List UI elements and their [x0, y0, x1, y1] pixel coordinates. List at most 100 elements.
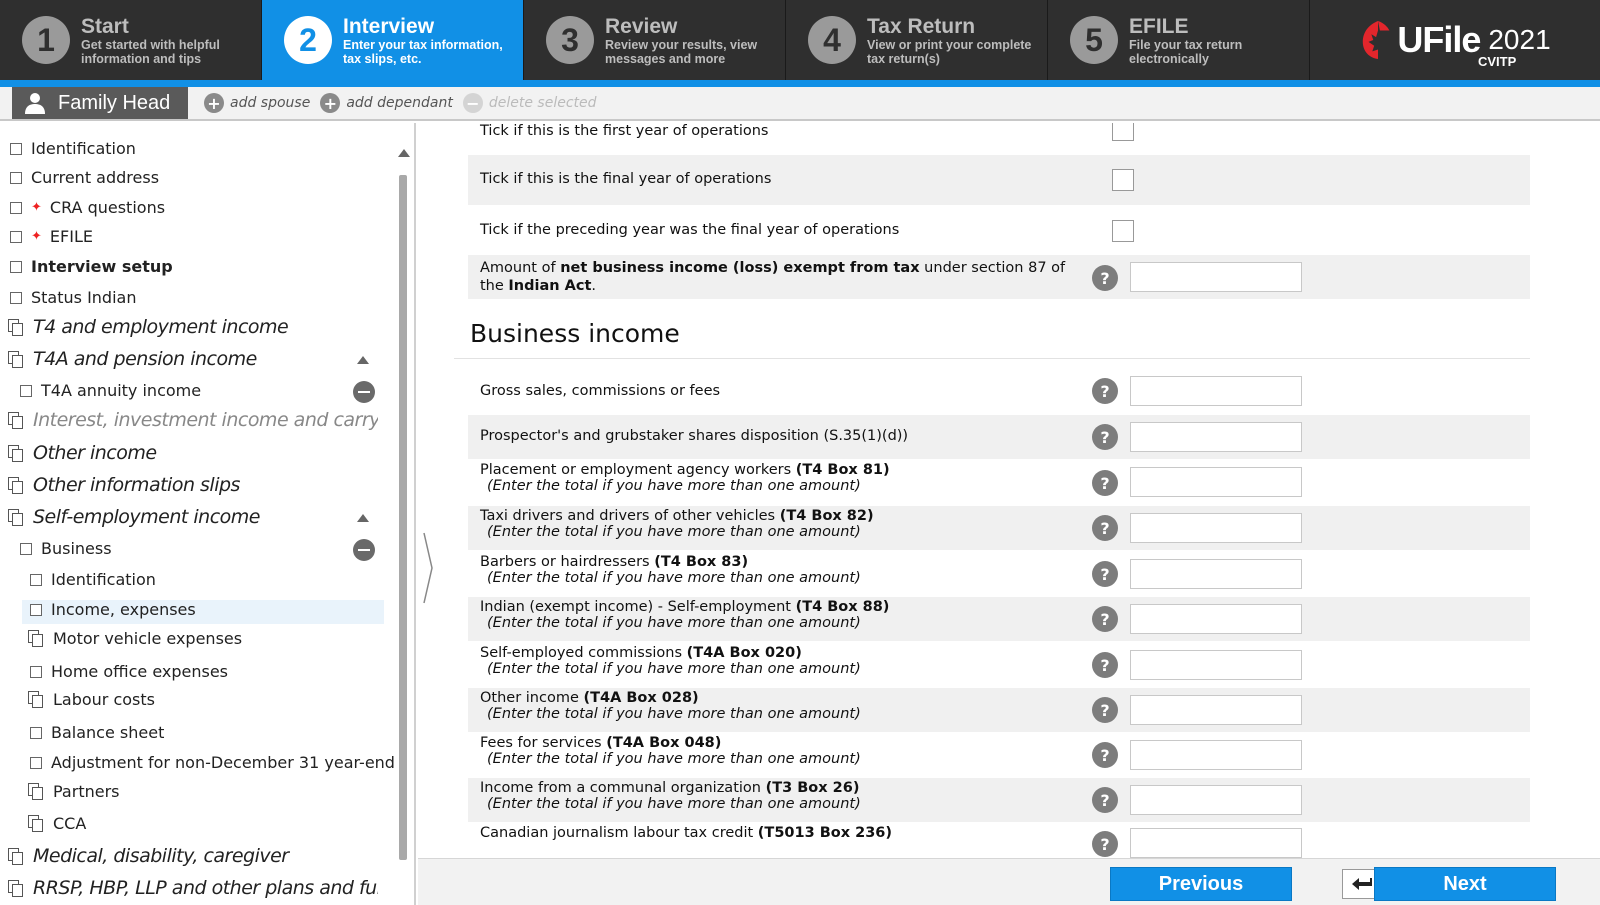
sidebar-item-label: EFILE: [49, 227, 93, 246]
sidebar-item-status-indian[interactable]: Status Indian: [10, 288, 136, 307]
sidebar-item-labour-costs[interactable]: Labour costs: [28, 690, 155, 709]
step-tax-return[interactable]: 4 Tax Return View or print your complete…: [786, 0, 1048, 80]
help-icon[interactable]: ?: [1092, 787, 1118, 813]
step-review[interactable]: 3 Review Review your results, view messa…: [524, 0, 786, 80]
row-note: (Enter the total if you have more than o…: [487, 796, 861, 812]
sidebar-group-interest[interactable]: Interest, investment income and carrying…: [8, 409, 378, 431]
sidebar-group-rrsp[interactable]: RRSP, HBP, LLP and other plans and funds: [8, 877, 378, 899]
prospector-shares-input[interactable]: [1130, 422, 1302, 452]
income-row-label: Placement or employment agency workers (…: [480, 462, 890, 494]
sidebar-item-adjustment[interactable]: Adjustment for non-December 31 year-end: [30, 753, 395, 772]
income-row: Self-employed commissions (T4A Box 020)(…: [468, 643, 1530, 687]
t4-box-82-input[interactable]: [1130, 513, 1302, 543]
t3-box-26-input[interactable]: [1130, 785, 1302, 815]
help-icon[interactable]: ?: [1092, 606, 1118, 632]
checkbox-icon: [30, 603, 42, 616]
help-icon[interactable]: ?: [1092, 515, 1118, 541]
sidebar-scrollbar[interactable]: [399, 175, 407, 860]
sidebar-item-t4a-annuity[interactable]: T4A annuity income: [20, 381, 201, 400]
add-spouse-button[interactable]: + add spouse: [204, 93, 310, 113]
panel-splitter-handle[interactable]: [418, 123, 438, 858]
help-icon[interactable]: ?: [1092, 265, 1118, 291]
help-icon[interactable]: ?: [1092, 424, 1118, 450]
sidebar-item-cra-questions[interactable]: ✦ CRA questions: [10, 198, 165, 217]
scroll-up-icon[interactable]: [398, 149, 410, 157]
previous-button[interactable]: Previous: [1110, 867, 1292, 901]
sidebar-item-biz-identification[interactable]: Identification: [30, 570, 156, 589]
preceding-final-checkbox[interactable]: [1112, 220, 1134, 242]
help-icon[interactable]: ?: [1092, 470, 1118, 496]
sidebar-item-partners[interactable]: Partners: [28, 782, 119, 801]
exempt-income-input[interactable]: [1130, 262, 1302, 292]
sidebar-group-t4a[interactable]: T4A and pension income: [8, 348, 257, 370]
sidebar-item-interview-setup[interactable]: Interview setup: [10, 257, 173, 276]
checkbox-icon: [30, 756, 42, 769]
checkbox-icon: [20, 542, 32, 555]
gross-sales-input[interactable]: [1130, 376, 1302, 406]
sidebar-item-home-office[interactable]: Home office expenses: [30, 662, 228, 681]
row-box: (T4A Box 020): [686, 645, 802, 661]
t4-box-83-input[interactable]: [1130, 559, 1302, 589]
multi-copy-icon: [8, 847, 25, 865]
delete-selected-label: delete selected: [488, 95, 597, 111]
section-title: Business income: [470, 319, 680, 348]
row-box: (T3 Box 26): [765, 780, 860, 796]
sidebar-item-current-address[interactable]: Current address: [10, 168, 159, 187]
sidebar-group-self-employment[interactable]: Self-employment income: [8, 506, 260, 528]
income-row-label: Self-employed commissions (T4A Box 020)(…: [480, 645, 861, 677]
step-interview[interactable]: 2 Interview Enter your tax information, …: [262, 0, 524, 80]
step-start[interactable]: 1 Start Get started with helpful informa…: [0, 0, 262, 80]
sidebar-item-label: Business: [41, 539, 112, 558]
help-icon[interactable]: ?: [1092, 831, 1118, 857]
row-note: (Enter the total if you have more than o…: [487, 661, 861, 677]
t4a-box-028-input[interactable]: [1130, 695, 1302, 725]
step-bar: 1 Start Get started with helpful informa…: [0, 0, 1600, 80]
first-year-checkbox[interactable]: [1112, 123, 1134, 141]
sidebar-group-medical[interactable]: Medical, disability, caregiver: [8, 845, 289, 867]
sidebar-item-income-expenses[interactable]: Income, expenses: [30, 600, 196, 619]
row-box: (T4 Box 81): [795, 462, 890, 478]
family-head-tab[interactable]: Family Head: [12, 87, 188, 119]
income-row: Barbers or hairdressers (T4 Box 83) (Ente…: [468, 552, 1530, 596]
sidebar-item-label: T4A annuity income: [41, 381, 202, 400]
sidebar-group-t4[interactable]: T4 and employment income: [8, 316, 289, 338]
t5013-box-236-input[interactable]: [1130, 828, 1302, 858]
sidebar-item-balance-sheet[interactable]: Balance sheet: [30, 723, 164, 742]
exempt-income-label: Amount of net business income (loss) exe…: [480, 259, 1070, 295]
remove-icon[interactable]: [353, 539, 375, 561]
final-year-checkbox[interactable]: [1112, 169, 1134, 191]
row-text: Taxi drivers and drivers of other vehicl…: [480, 508, 780, 524]
remove-icon[interactable]: [353, 381, 375, 403]
sidebar-item-motor-vehicle[interactable]: Motor vehicle expenses: [28, 629, 242, 648]
help-icon[interactable]: ?: [1092, 697, 1118, 723]
collapse-arrow-icon[interactable]: [357, 356, 369, 364]
t4-box-81-input[interactable]: [1130, 467, 1302, 497]
t4-box-88-input[interactable]: [1130, 604, 1302, 634]
income-row-label: Fees for services (T4A Box 048) (Enter th…: [480, 735, 861, 767]
multi-copy-icon: [8, 411, 25, 429]
help-icon[interactable]: ?: [1092, 652, 1118, 678]
sidebar-item-business[interactable]: Business: [20, 539, 112, 558]
help-icon[interactable]: ?: [1092, 561, 1118, 587]
income-row-label: Gross sales, commissions or fees: [480, 383, 721, 399]
sidebar-group-other-slips[interactable]: Other information slips: [8, 474, 240, 496]
row-note: (Enter the total if you have more than o…: [487, 478, 861, 494]
sidebar-item-label: Other income: [33, 442, 157, 464]
sidebar-item-identification[interactable]: Identification: [10, 139, 136, 158]
sidebar-item-efile[interactable]: ✦ EFILE: [10, 227, 93, 246]
collapse-arrow-icon[interactable]: [357, 514, 369, 522]
help-icon[interactable]: ?: [1092, 742, 1118, 768]
next-button[interactable]: Next: [1374, 867, 1556, 901]
help-icon[interactable]: ?: [1092, 378, 1118, 404]
t4a-box-048-input[interactable]: [1130, 740, 1302, 770]
section-divider: [454, 358, 1530, 359]
sidebar-item-label: Balance sheet: [51, 723, 165, 742]
add-dependant-button[interactable]: + add dependant: [320, 93, 453, 113]
multi-copy-icon: [8, 350, 25, 368]
t4a-box-020-input[interactable]: [1130, 650, 1302, 680]
income-row: Income from a communal organization (T3 …: [468, 778, 1530, 822]
delete-selected-button[interactable]: − delete selected: [462, 93, 597, 113]
sidebar-item-cca[interactable]: CCA: [28, 814, 86, 833]
sidebar-group-other-income[interactable]: Other income: [8, 442, 157, 464]
step-efile[interactable]: 5 EFILE File your tax return electronica…: [1048, 0, 1310, 80]
